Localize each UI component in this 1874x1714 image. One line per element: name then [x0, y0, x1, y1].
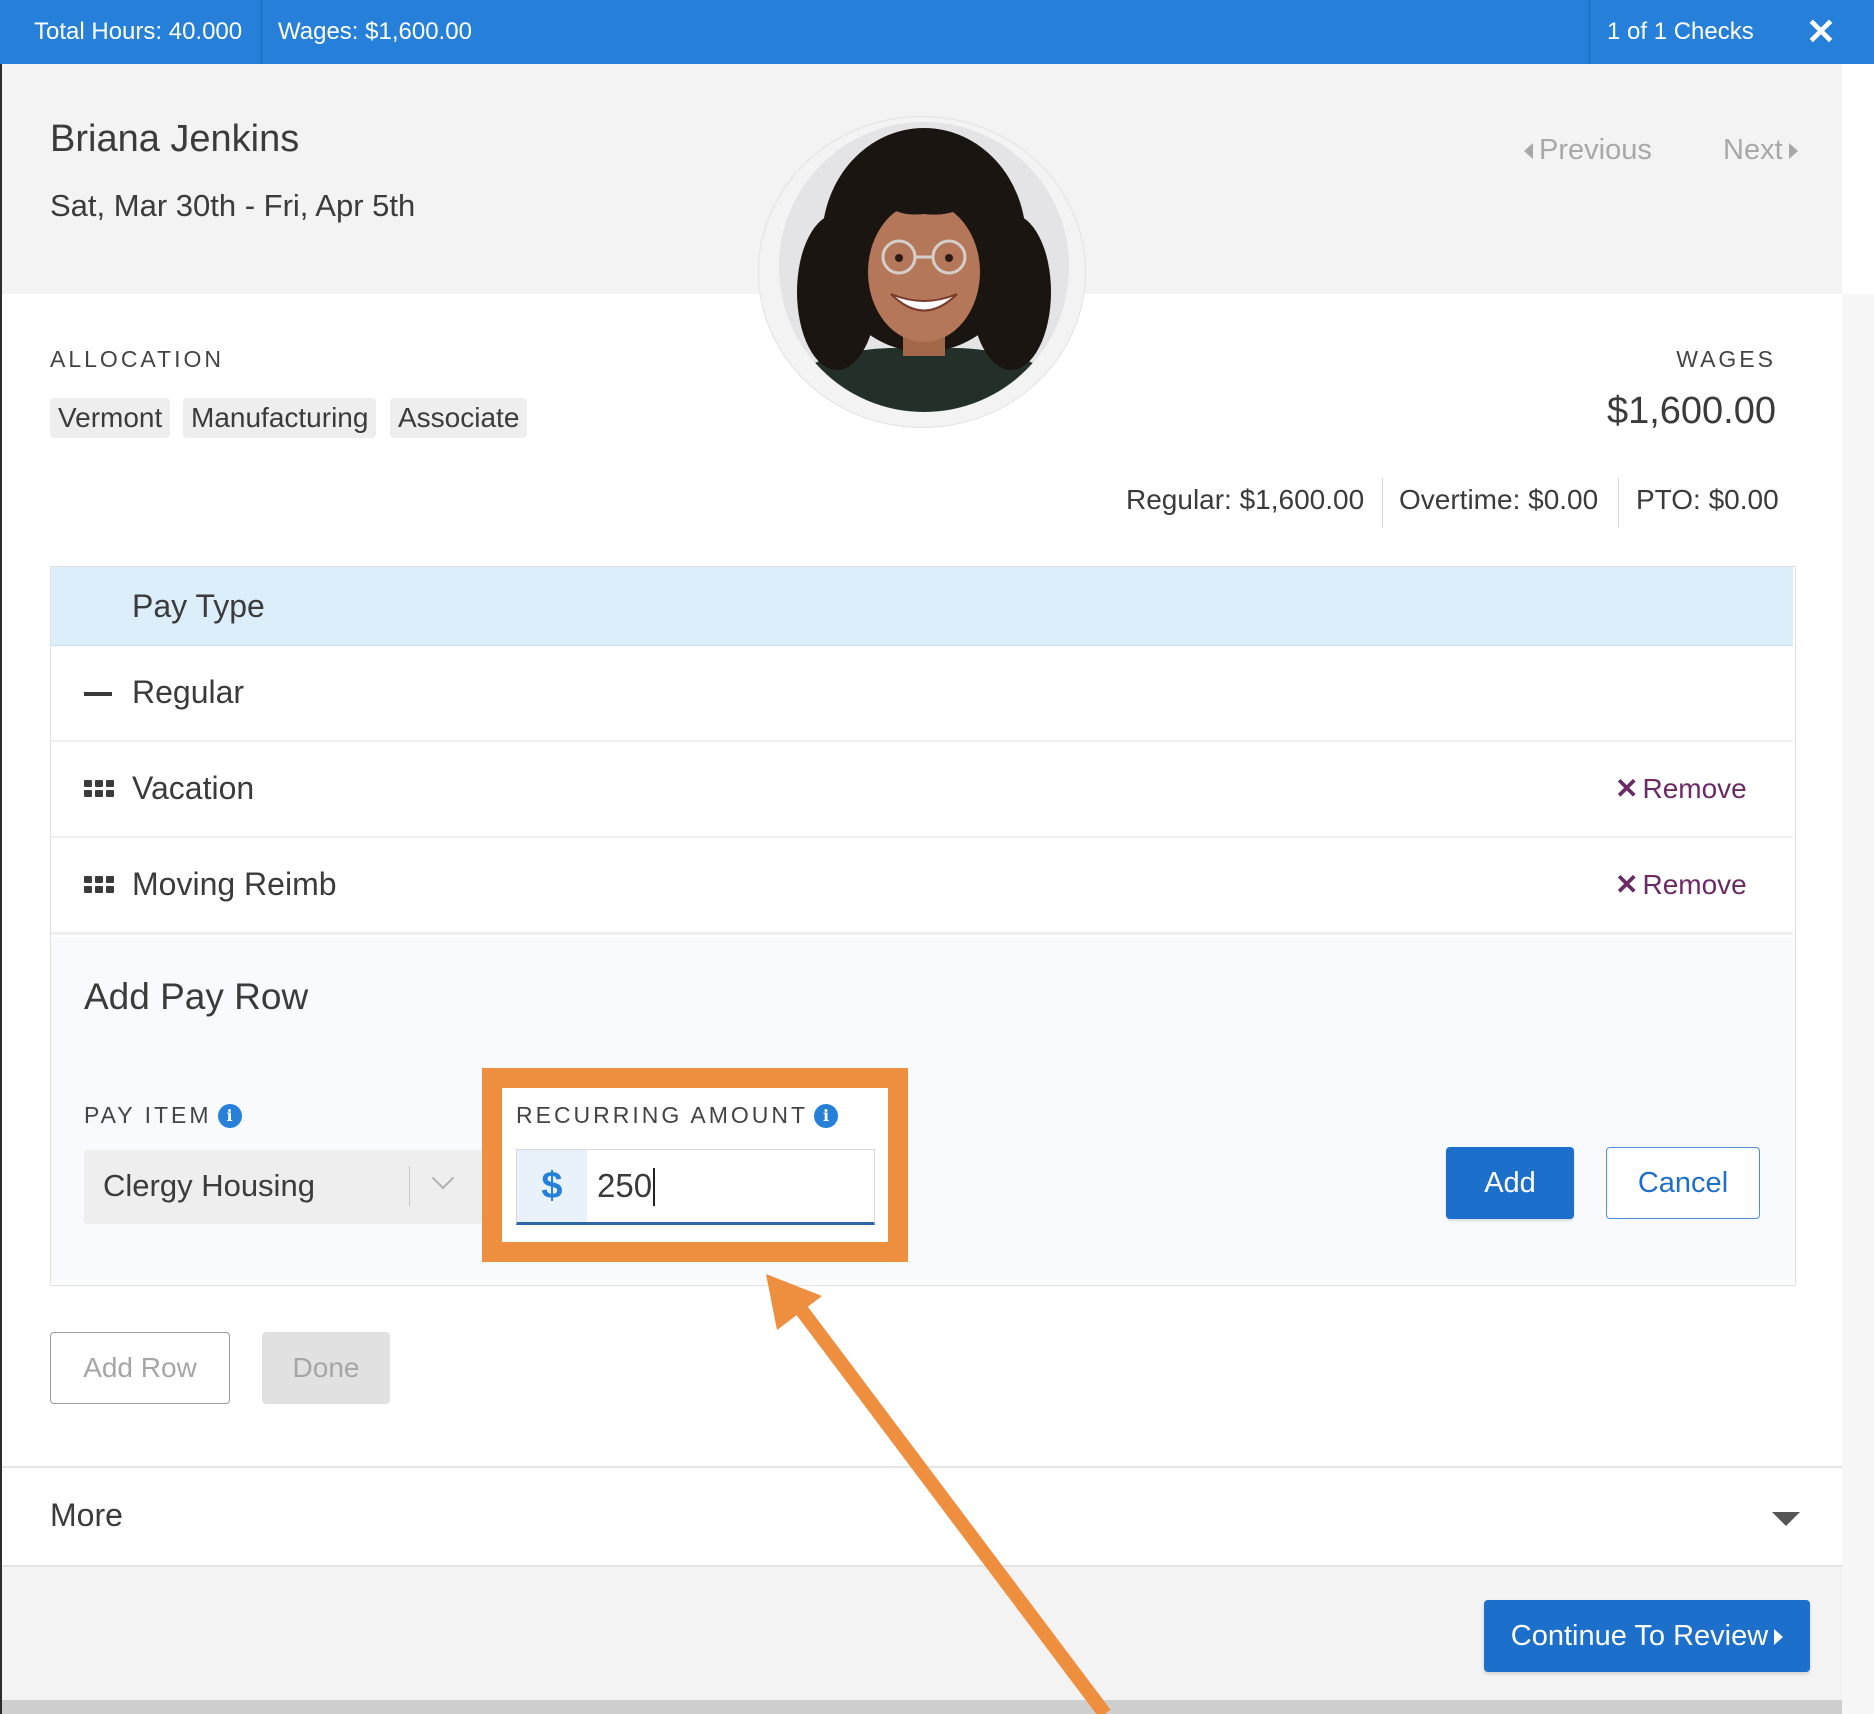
- regular-wages: Regular: $1,600.00: [1126, 484, 1365, 515]
- employee-name: Briana Jenkins: [50, 118, 300, 160]
- divider: [409, 1166, 410, 1206]
- add-pay-row-panel: [51, 937, 1793, 1283]
- recurring-amount-input[interactable]: [597, 1150, 857, 1222]
- pay-row-label: Moving Reimb: [132, 866, 337, 902]
- pay-item-label: PAY ITEM i: [84, 1102, 242, 1129]
- allocation-label: ALLOCATION: [50, 346, 224, 372]
- wages-total: $1,600.00: [1606, 390, 1776, 432]
- collapse-icon[interactable]: [84, 692, 112, 696]
- remove-label: Remove: [1642, 773, 1747, 804]
- recurring-amount-field: $: [516, 1149, 875, 1225]
- next-button[interactable]: Next: [1723, 134, 1798, 167]
- currency-prefix: $: [517, 1150, 587, 1222]
- pto-wages: PTO: $0.00: [1636, 484, 1779, 515]
- remove-button[interactable]: ✕ Remove: [1615, 772, 1747, 805]
- scroll-gutter: [1842, 294, 1874, 1714]
- cancel-button[interactable]: Cancel: [1606, 1147, 1760, 1219]
- triangle-down-icon[interactable]: [1772, 1512, 1800, 1526]
- remove-icon: ✕: [1615, 773, 1639, 804]
- chevron-down-icon: [431, 1166, 455, 1190]
- overtime-wages: Overtime: $0.00: [1399, 484, 1599, 515]
- pay-item-label-text: PAY ITEM: [84, 1102, 212, 1128]
- checks-counter: 1 of 1 Checks: [1607, 18, 1754, 45]
- info-icon[interactable]: i: [814, 1104, 839, 1128]
- pay-row-label: Vacation: [132, 770, 255, 806]
- pay-item-value: Clergy Housing: [103, 1168, 315, 1203]
- done-button[interactable]: Done: [262, 1332, 390, 1404]
- remove-label: Remove: [1642, 869, 1747, 900]
- table-row: [51, 742, 1793, 839]
- divider: [1382, 478, 1383, 528]
- add-pay-row-title: Add Pay Row: [84, 976, 309, 1017]
- allocation-tag: Vermont: [50, 398, 171, 438]
- add-row-button[interactable]: Add Row: [50, 1332, 230, 1404]
- continue-to-review-button[interactable]: Continue To Review: [1484, 1600, 1810, 1672]
- pay-type-header: Pay Type: [132, 588, 265, 624]
- caret-left-icon: [1524, 143, 1533, 160]
- next-label: Next: [1723, 134, 1783, 166]
- table-row: [51, 646, 1793, 743]
- total-hours: Total Hours: 40.000: [34, 18, 243, 45]
- text-cursor: [653, 1168, 655, 1206]
- employee-photo: [779, 122, 1069, 412]
- remove-icon: ✕: [1615, 869, 1639, 900]
- wages-label: WAGES: [1676, 346, 1776, 372]
- close-icon[interactable]: ✕: [1806, 0, 1836, 64]
- add-button[interactable]: Add: [1446, 1147, 1574, 1219]
- caret-right-icon: [1788, 143, 1798, 160]
- divider: [1618, 478, 1619, 528]
- recurring-amount-label: RECURRING AMOUNT i: [516, 1102, 839, 1129]
- summary-bar: Total Hours: 40.000 Wages: $1,600.00 1 o…: [0, 0, 1874, 64]
- allocation-tag: Associate: [390, 398, 528, 438]
- allocation-tag: Manufacturing: [183, 398, 377, 438]
- remove-button[interactable]: ✕ Remove: [1615, 868, 1747, 901]
- more-section-toggle[interactable]: More: [50, 1497, 123, 1534]
- continue-label: Continue To Review: [1510, 1620, 1769, 1652]
- pay-period: Sat, Mar 30th - Fri, Apr 5th: [50, 188, 416, 223]
- recurring-amount-label-text: RECURRING AMOUNT: [516, 1102, 809, 1128]
- drag-handle-icon[interactable]: [84, 780, 114, 798]
- footer-edge: [2, 1700, 1842, 1714]
- avatar: [779, 122, 1069, 412]
- divider: [261, 0, 262, 64]
- table-header: [51, 567, 1793, 646]
- pay-row-label: Regular: [132, 674, 245, 710]
- drag-handle-icon[interactable]: [84, 876, 114, 894]
- divider: [2, 1466, 1842, 1468]
- pay-item-select[interactable]: Clergy Housing: [84, 1150, 482, 1224]
- previous-button[interactable]: Previous: [1524, 134, 1652, 167]
- caret-right-icon: [1774, 1629, 1784, 1646]
- previous-label: Previous: [1539, 134, 1652, 166]
- divider: [1589, 0, 1590, 64]
- info-icon[interactable]: i: [217, 1104, 242, 1128]
- total-wages: Wages: $1,600.00: [278, 18, 472, 45]
